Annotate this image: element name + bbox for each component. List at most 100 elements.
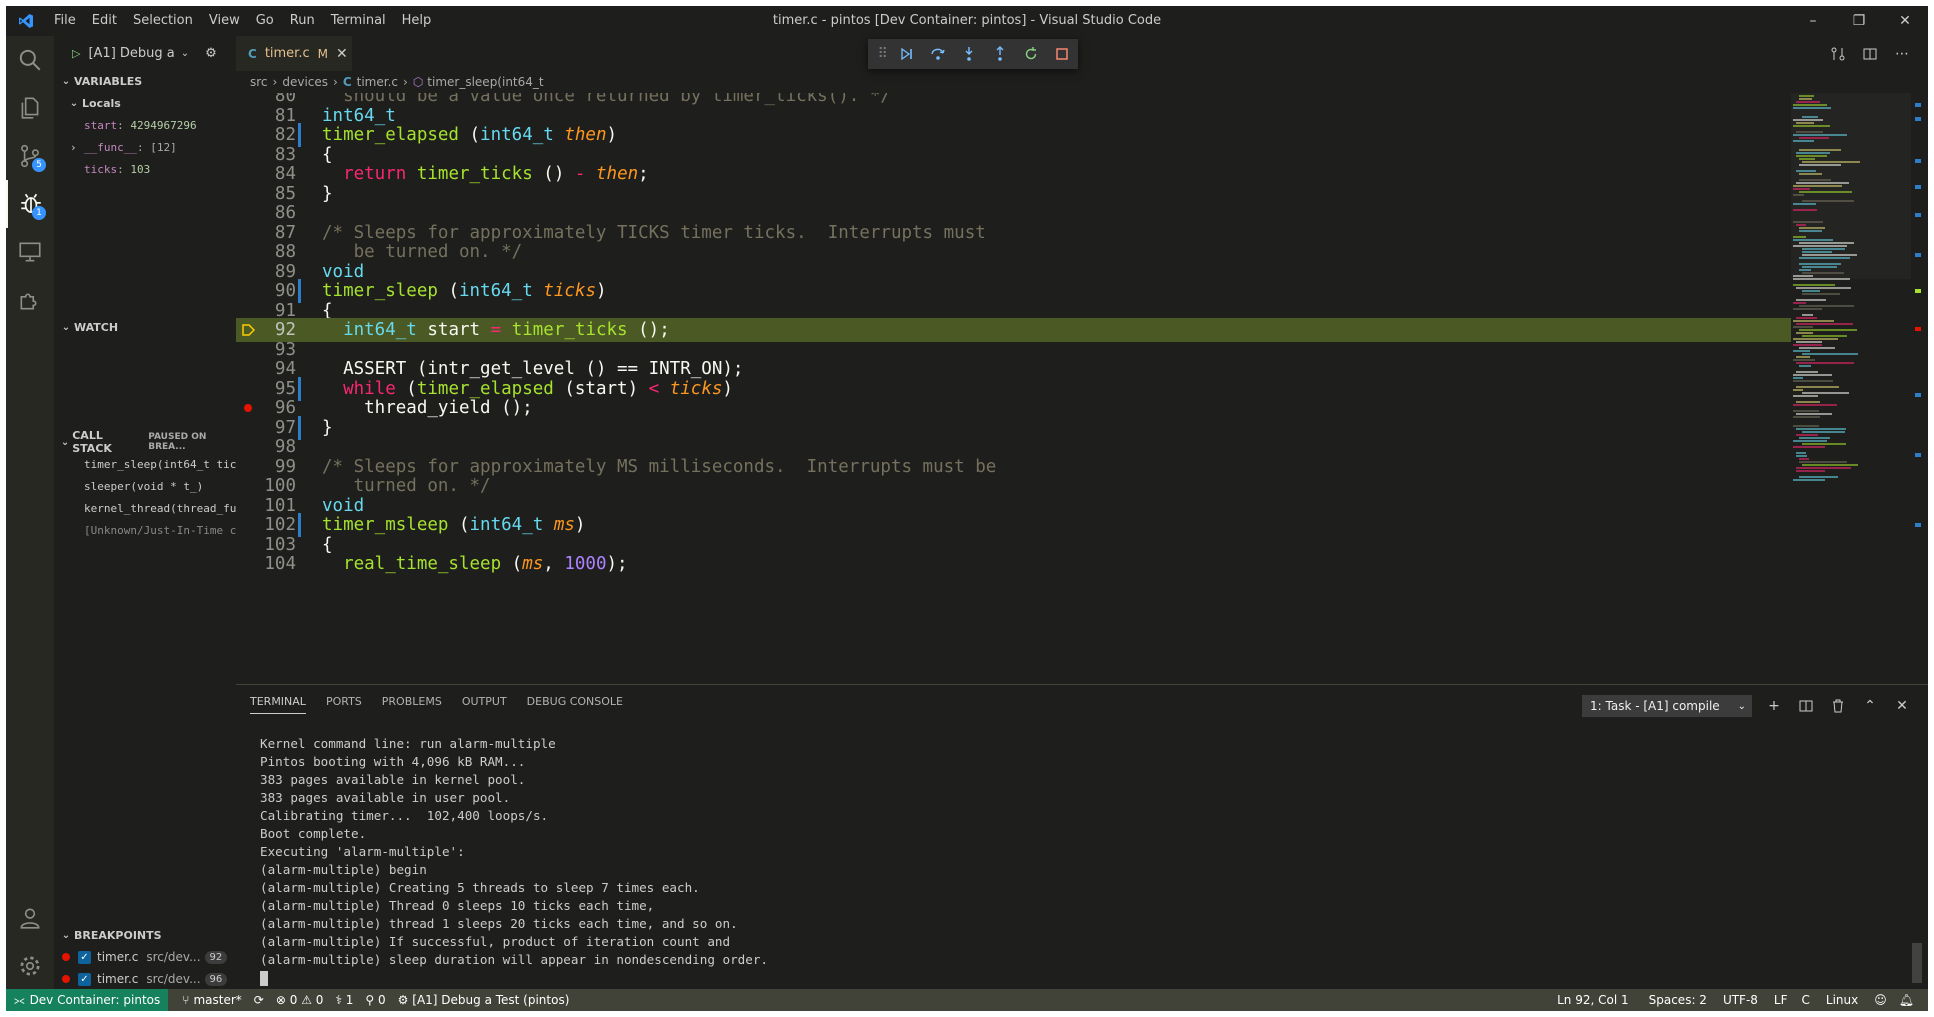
minimap-line: [1796, 413, 1832, 415]
debug-badge: 1: [32, 206, 46, 220]
end-of-line[interactable]: LF: [1768, 993, 1794, 1007]
menu-go[interactable]: Go: [248, 6, 282, 36]
remote-indicator[interactable]: ⪥ Dev Container: pintos: [6, 989, 169, 1011]
run-debug-icon[interactable]: 1: [6, 180, 54, 228]
code-editor[interactable]: 80 should be a value once returned by ti…: [236, 93, 1791, 684]
extensions-icon[interactable]: [6, 276, 54, 324]
terminal-output[interactable]: Kernel command line: run alarm-multiple P…: [260, 735, 768, 987]
encoding[interactable]: UTF-8: [1717, 993, 1764, 1007]
problems-status[interactable]: ⊗ 0 ⚠ 0: [270, 993, 330, 1007]
remote-explorer-icon[interactable]: [6, 228, 54, 276]
continue-icon[interactable]: [891, 41, 922, 67]
locals-scope[interactable]: ⌄ Locals: [54, 92, 236, 114]
call-stack-frame[interactable]: kernel_thread(thread_fu: [54, 497, 236, 519]
breakpoint-line-badge: 96: [204, 972, 228, 986]
terminal-scrollbar[interactable]: [1912, 943, 1922, 983]
breadcrumb-src[interactable]: src: [250, 75, 268, 89]
variables-header[interactable]: ⌄ VARIABLES: [54, 70, 236, 92]
maximize-panel-icon[interactable]: ⌃: [1854, 693, 1886, 719]
indentation[interactable]: Spaces: 2: [1643, 993, 1713, 1007]
close-window-button[interactable]: ✕: [1882, 6, 1928, 36]
breadcrumb-symbol[interactable]: timer_sleep(int64_t: [427, 75, 543, 89]
split-editor-icon[interactable]: [1854, 36, 1886, 71]
variable-start[interactable]: start: 4294967296: [54, 114, 236, 136]
source-control-icon[interactable]: 5: [6, 132, 54, 180]
variable-func[interactable]: › __func__: [12]: [54, 136, 236, 158]
menu-edit[interactable]: Edit: [84, 6, 125, 36]
menu-run[interactable]: Run: [282, 6, 323, 36]
breakpoint-checkbox[interactable]: ✓: [78, 950, 91, 964]
tab-problems[interactable]: PROBLEMS: [382, 695, 442, 714]
variable-ticks[interactable]: ticks: 103: [54, 158, 236, 180]
open-changes-icon[interactable]: [1822, 36, 1854, 71]
error-count: 0: [289, 993, 298, 1007]
debug-config-select[interactable]: ▷ [A1] Debug a ⌄ ⚙: [72, 46, 217, 61]
explorer-icon[interactable]: [6, 84, 54, 132]
step-into-icon[interactable]: [954, 41, 985, 67]
call-stack-header[interactable]: ⌄ CALL STACK PAUSED ON BREA...: [54, 429, 236, 455]
manage-gear-icon[interactable]: [6, 942, 54, 990]
breakpoint-item[interactable]: ✓ timer.c src/dev... 92: [54, 946, 236, 968]
call-stack-frame[interactable]: sleeper(void * t_): [54, 475, 236, 497]
forwarded-ports-status[interactable]: ⚲ 0: [359, 993, 391, 1007]
tab-output[interactable]: OUTPUT: [462, 695, 507, 714]
menu-help[interactable]: Help: [394, 6, 440, 36]
minimap[interactable]: [1791, 93, 1911, 684]
minimap-line: [1796, 101, 1820, 103]
language-mode[interactable]: C: [1796, 993, 1816, 1007]
drag-handle-icon[interactable]: ⠿: [874, 41, 891, 67]
sync-icon[interactable]: ⟳: [248, 993, 270, 1007]
close-tab-icon[interactable]: ✕: [336, 46, 348, 62]
variables-spacer: [54, 180, 236, 316]
breadcrumb-devices[interactable]: devices: [282, 75, 328, 89]
minimap-line: [1793, 221, 1823, 223]
ports-status[interactable]: ⚕ 1: [329, 993, 359, 1007]
close-panel-icon[interactable]: ✕: [1886, 693, 1918, 719]
breakpoint-checkbox[interactable]: ✓: [78, 972, 91, 986]
menu-selection[interactable]: Selection: [125, 6, 201, 36]
maximize-button[interactable]: ❐: [1836, 6, 1882, 36]
debug-settings-gear-icon[interactable]: ⚙: [205, 46, 217, 61]
more-actions-icon[interactable]: ⋯: [1886, 36, 1918, 71]
tab-timer-c[interactable]: C timer.c M ✕: [236, 36, 352, 71]
c-file-icon: C: [248, 46, 257, 61]
new-terminal-icon[interactable]: +: [1758, 693, 1790, 719]
editor-scrollbar[interactable]: [1911, 93, 1925, 684]
start-debug-icon[interactable]: ▷: [72, 47, 80, 60]
tab-debug-console[interactable]: DEBUG CONSOLE: [527, 695, 623, 714]
step-out-icon[interactable]: [985, 41, 1016, 67]
cursor-position[interactable]: Ln 92, Col 1: [1551, 993, 1635, 1007]
debug-target-status[interactable]: ⚙ [A1] Debug a Test (pintos): [392, 993, 576, 1007]
menu-file[interactable]: File: [46, 6, 84, 36]
trash-icon[interactable]: [1822, 693, 1854, 719]
code-line[interactable]: 104 real_time_sleep (ms, 1000);: [236, 552, 1791, 576]
call-stack-state: PAUSED ON BREA...: [148, 432, 207, 452]
terminal-cursor-line[interactable]: [260, 969, 768, 987]
breakpoint-item[interactable]: ✓ timer.c src/dev... 96: [54, 968, 236, 989]
minimize-button[interactable]: –: [1790, 6, 1836, 36]
git-branch-icon: ⑂: [182, 993, 190, 1007]
accounts-icon[interactable]: [6, 894, 54, 942]
notifications-bell-icon[interactable]: 🔔︎: [1893, 993, 1920, 1007]
split-terminal-icon[interactable]: [1790, 693, 1822, 719]
minimap-line: [1799, 230, 1822, 232]
watch-header[interactable]: ⌄ WATCH: [54, 316, 236, 338]
terminal-select[interactable]: 1: Task - [A1] compile ⌄: [1582, 695, 1752, 717]
search-icon[interactable]: [6, 36, 54, 84]
call-stack-frame[interactable]: [Unknown/Just-In-Time c: [54, 519, 236, 541]
stop-icon[interactable]: [1047, 41, 1078, 67]
breadcrumb-file[interactable]: timer.c: [357, 75, 398, 89]
branch-status[interactable]: ⑂ master*: [176, 993, 248, 1007]
step-over-icon[interactable]: [923, 41, 954, 67]
feedback-icon[interactable]: ☺: [1868, 993, 1893, 1007]
menu-view[interactable]: View: [201, 6, 248, 36]
call-stack-frame[interactable]: timer_sleep(int64_t tick: [54, 453, 236, 475]
os-indicator[interactable]: Linux: [1820, 993, 1864, 1007]
tab-ports[interactable]: PORTS: [326, 695, 362, 714]
terminal-line: (alarm-multiple) thread 1 sleeps 20 tick…: [260, 916, 738, 931]
tab-terminal[interactable]: TERMINAL: [250, 695, 306, 714]
menu-terminal[interactable]: Terminal: [323, 6, 394, 36]
minimap-line: [1793, 410, 1819, 412]
breakpoints-header[interactable]: ⌄ BREAKPOINTS: [54, 924, 236, 946]
restart-icon[interactable]: [1016, 41, 1047, 67]
